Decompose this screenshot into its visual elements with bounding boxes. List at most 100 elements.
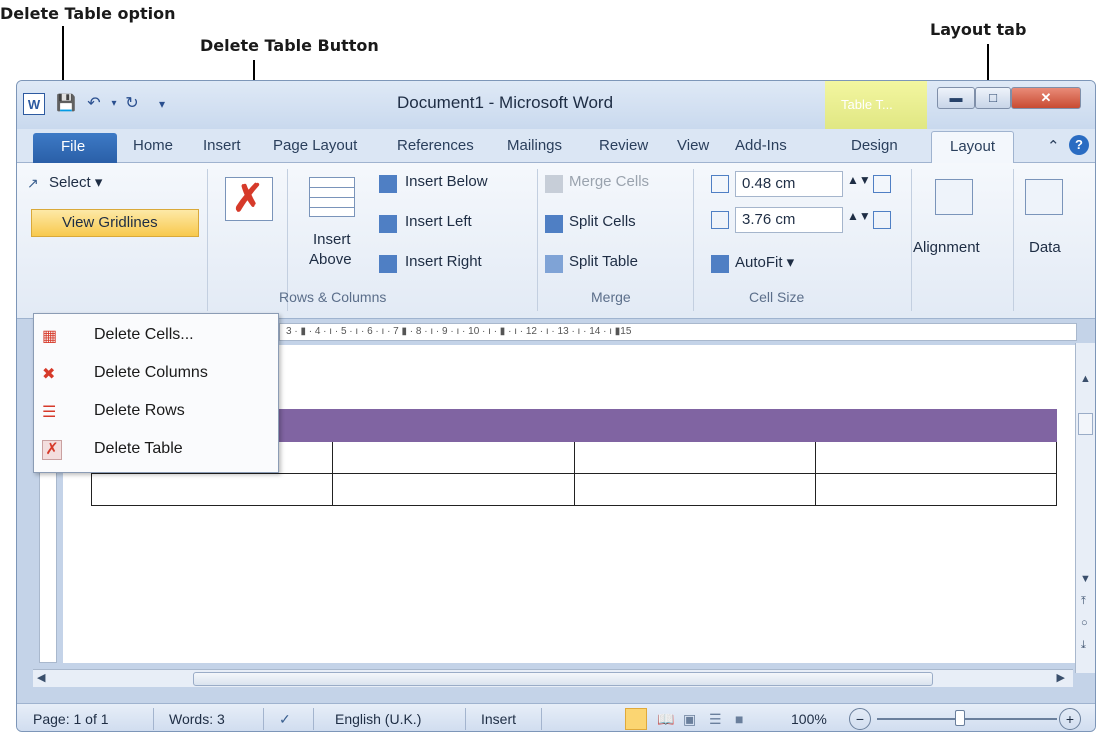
web-layout-view-icon[interactable]: ▣	[683, 711, 696, 728]
tab-add-ins[interactable]: Add-Ins	[735, 137, 787, 154]
select-browse-object-icon[interactable]: ○	[1081, 617, 1088, 629]
redo-icon[interactable]: ↻	[121, 93, 143, 115]
group-separator	[693, 169, 694, 311]
tab-home[interactable]: Home	[133, 137, 173, 154]
word-count[interactable]: Words: 3	[169, 711, 225, 727]
draft-view-icon[interactable]: ■	[735, 711, 743, 727]
vertical-scrollbar[interactable]: ▲ ▼ ⤒ ○ ⤓	[1075, 343, 1095, 673]
insert-mode-indicator[interactable]: Insert	[481, 711, 516, 727]
tab-insert[interactable]: Insert	[203, 137, 241, 154]
autofit-button[interactable]: AutoFit ▾	[735, 253, 794, 271]
table-cell[interactable]	[332, 473, 575, 506]
language-indicator[interactable]: English (U.K.)	[335, 711, 421, 727]
minimize-ribbon-icon[interactable]: ⌃	[1047, 137, 1060, 155]
table-cell[interactable]	[573, 441, 816, 474]
zoom-in-icon[interactable]: +	[1059, 708, 1081, 730]
group-separator	[207, 169, 208, 311]
horizontal-scroll-thumb[interactable]	[193, 672, 933, 686]
word-app-icon[interactable]: W	[23, 93, 45, 115]
table-cell[interactable]	[332, 441, 575, 474]
status-separator	[263, 708, 264, 730]
table-cell[interactable]	[814, 409, 1058, 442]
view-gridlines-button[interactable]: View Gridlines	[31, 209, 199, 237]
scroll-up-icon[interactable]: ▲	[1080, 373, 1091, 385]
page-count[interactable]: Page: 1 of 1	[33, 711, 109, 727]
table-cell[interactable]	[90, 473, 334, 506]
tab-layout[interactable]: Layout	[931, 131, 1015, 164]
insert-below-icon	[379, 175, 397, 193]
table-cell[interactable]	[814, 473, 1058, 506]
zoom-slider-thumb[interactable]	[955, 710, 965, 726]
split-table-button[interactable]: Split Table	[569, 253, 638, 270]
zoom-out-icon[interactable]: −	[849, 708, 871, 730]
tab-mailings[interactable]: Mailings	[507, 137, 562, 154]
column-width-input[interactable]: 3.76 cm	[735, 207, 843, 233]
status-separator	[313, 708, 314, 730]
minimize-button[interactable]: ▬	[937, 87, 975, 109]
customize-qat-icon[interactable]: ▾	[151, 93, 173, 115]
horizontal-scrollbar[interactable]: ◀ ▶	[33, 669, 1073, 687]
insert-right-button[interactable]: Insert Right	[405, 253, 482, 270]
full-screen-reading-view-icon[interactable]: 📖	[657, 711, 674, 728]
insert-right-icon	[379, 255, 397, 273]
status-bar: Page: 1 of 1 Words: 3 ✓ English (U.K.) I…	[17, 703, 1095, 731]
table-cell[interactable]	[573, 473, 816, 506]
menu-item-delete-rows[interactable]: ☰ Delete Rows	[34, 394, 278, 430]
delete-table-button[interactable]: ✗	[225, 177, 273, 221]
zoom-level[interactable]: 100%	[791, 711, 827, 727]
proofing-icon[interactable]: ✓	[279, 711, 291, 728]
distribute-columns-icon[interactable]	[873, 211, 891, 229]
maximize-button[interactable]: □	[975, 87, 1011, 109]
title-bar: W 💾 ↶ ▾ ↻ ▾ Document1 - Microsoft Word T…	[17, 81, 1095, 129]
alignment-button[interactable]: Alignment	[913, 239, 980, 256]
table-cell[interactable]	[573, 409, 816, 442]
menu-item-delete-table[interactable]: ✗ Delete Table	[34, 432, 278, 468]
zoom-slider-track[interactable]	[877, 718, 1057, 720]
close-button[interactable]: ✕	[1011, 87, 1081, 109]
save-icon[interactable]: 💾	[55, 93, 77, 115]
merge-cells-icon	[545, 175, 563, 193]
scroll-right-icon[interactable]: ▶	[1057, 671, 1065, 684]
split-table-icon	[545, 255, 563, 273]
menu-item-delete-cells[interactable]: ▦ Delete Cells...	[34, 318, 278, 354]
scroll-thumb[interactable]	[1078, 413, 1093, 435]
insert-above-button[interactable]: Insert	[313, 231, 351, 248]
insert-below-button[interactable]: Insert Below	[405, 173, 488, 190]
tab-references[interactable]: References	[397, 137, 474, 154]
tab-page-layout[interactable]: Page Layout	[273, 137, 357, 154]
merge-cells-button[interactable]: Merge Cells	[569, 173, 649, 190]
delete-cells-icon: ▦	[42, 328, 58, 345]
print-layout-view-icon[interactable]	[625, 708, 647, 730]
row-height-input[interactable]: 0.48 cm	[735, 171, 843, 197]
select-button[interactable]: Select ▾	[49, 173, 102, 191]
help-icon[interactable]: ?	[1069, 135, 1089, 155]
split-cells-button[interactable]: Split Cells	[569, 213, 636, 230]
width-spinner-icon[interactable]: ▲▼	[847, 209, 871, 223]
tab-design[interactable]: Design	[851, 137, 898, 154]
next-page-icon[interactable]: ⤓	[1081, 639, 1086, 652]
word-window: W 💾 ↶ ▾ ↻ ▾ Document1 - Microsoft Word T…	[16, 80, 1096, 732]
distribute-rows-icon[interactable]	[873, 175, 891, 193]
outline-view-icon[interactable]: ☰	[709, 711, 722, 728]
horizontal-ruler[interactable]: 3 · ▮ · 4 · ı · 5 · ı · 6 · ı · 7 ▮ · 8 …	[279, 323, 1077, 341]
status-separator	[153, 708, 154, 730]
insert-above-icon	[309, 177, 355, 217]
group-separator	[537, 169, 538, 311]
insert-above-button-line2[interactable]: Above	[309, 251, 352, 268]
previous-page-icon[interactable]: ⤒	[1081, 595, 1086, 608]
height-spinner-icon[interactable]: ▲▼	[847, 173, 871, 187]
data-button[interactable]: Data	[1029, 239, 1061, 256]
table-tools-contextual-header: Table T...	[825, 81, 927, 129]
insert-left-button[interactable]: Insert Left	[405, 213, 472, 230]
undo-icon[interactable]: ↶	[83, 93, 105, 115]
callout-delete-table-button: Delete Table Button	[200, 36, 379, 55]
scroll-left-icon[interactable]: ◀	[37, 671, 45, 684]
tab-view[interactable]: View	[677, 137, 709, 154]
table-cell[interactable]	[332, 409, 575, 442]
callout-delete-table-option: Delete Table option	[0, 4, 176, 23]
table-cell[interactable]	[814, 441, 1058, 474]
tab-review[interactable]: Review	[599, 137, 648, 154]
scroll-down-icon[interactable]: ▼	[1080, 573, 1091, 585]
tab-file[interactable]: File	[33, 133, 117, 163]
menu-item-delete-columns[interactable]: ✖ Delete Columns	[34, 356, 278, 392]
